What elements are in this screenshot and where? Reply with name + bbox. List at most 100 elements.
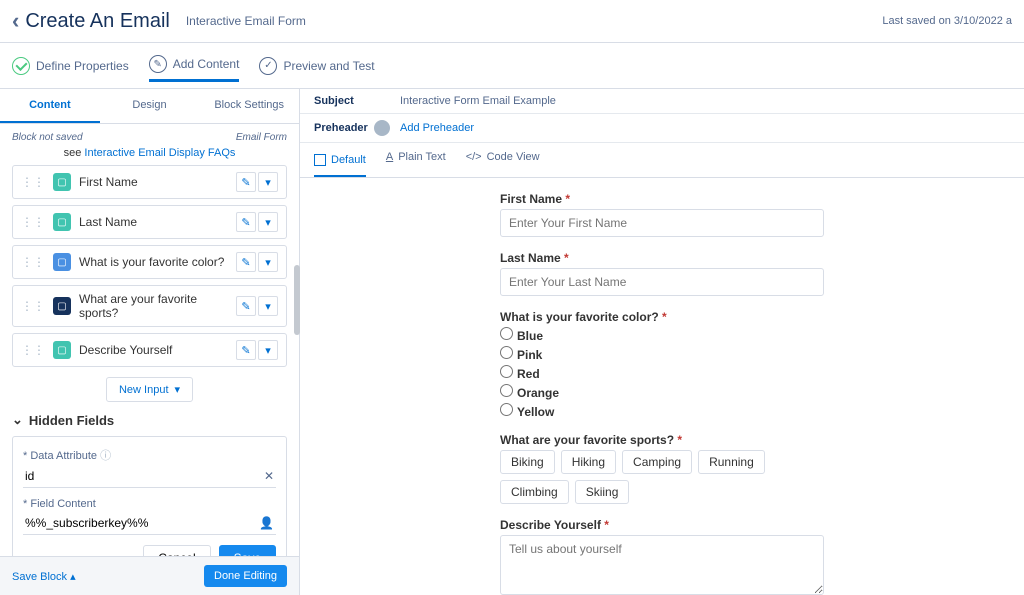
info-icon[interactable]: ⓘ <box>100 450 111 462</box>
close-icon[interactable]: ✕ <box>264 469 274 483</box>
field-type-icon: ▢ <box>53 297 71 315</box>
chevron-down-icon: ⌄ <box>12 412 23 428</box>
subject-label: Subject <box>314 95 374 107</box>
preheader-label: Preheader <box>314 122 374 134</box>
cancel-button[interactable]: Cancel <box>143 545 210 556</box>
text-icon: A <box>386 151 393 163</box>
chevron-down-icon[interactable]: ▾ <box>258 212 278 232</box>
left-panel: Content Design Block Settings Block not … <box>0 89 300 595</box>
step-preview[interactable]: ✓ Preview and Test <box>259 51 374 81</box>
subject-value[interactable]: Interactive Form Email Example <box>400 95 556 107</box>
field-label: First Name <box>79 175 228 189</box>
tab-design[interactable]: Design <box>100 89 200 123</box>
faq-link-row: see Interactive Email Display FAQs <box>12 147 287 159</box>
page-header: ‹ Create An Email Interactive Email Form… <box>0 0 1024 43</box>
person-icon[interactable]: 👤 <box>259 516 274 530</box>
field-row[interactable]: ⋮⋮▢Describe Yourself✎▾ <box>12 333 287 367</box>
first-name-input[interactable] <box>500 209 824 237</box>
drag-icon[interactable]: ⋮⋮ <box>21 343 45 357</box>
field-content-input[interactable] <box>23 512 276 535</box>
faq-link[interactable]: Interactive Email Display FAQs <box>84 147 235 159</box>
page-title: Create An Email <box>25 10 170 33</box>
radio-option[interactable]: Red <box>500 365 824 381</box>
sport-pill[interactable]: Biking <box>500 450 555 474</box>
default-icon <box>314 154 326 166</box>
field-type-icon: ▢ <box>53 253 71 271</box>
radio-option[interactable]: Yellow <box>500 403 824 419</box>
edit-icon[interactable]: ✎ <box>236 340 256 360</box>
view-tabs: Default A Plain Text </> Code View <box>300 143 1024 178</box>
data-attribute-label: Data Attribute ⓘ <box>23 447 276 463</box>
check-icon: ✓ <box>259 57 277 75</box>
field-label: What are your favorite sports? <box>79 292 228 320</box>
last-name-input[interactable] <box>500 268 824 296</box>
chevron-down-icon[interactable]: ▾ <box>258 340 278 360</box>
drag-icon[interactable]: ⋮⋮ <box>21 299 45 313</box>
hidden-fields-toggle[interactable]: ⌄ Hidden Fields <box>12 412 287 428</box>
code-icon: </> <box>466 151 482 163</box>
edit-icon[interactable]: ✎ <box>236 296 256 316</box>
left-tabs: Content Design Block Settings <box>0 89 299 124</box>
view-tab-default[interactable]: Default <box>314 151 366 177</box>
step-define[interactable]: Define Properties <box>12 51 129 81</box>
drag-icon[interactable]: ⋮⋮ <box>21 215 45 229</box>
edit-icon[interactable]: ✎ <box>236 252 256 272</box>
tab-block-settings[interactable]: Block Settings <box>199 89 299 123</box>
sport-pill[interactable]: Climbing <box>500 480 569 504</box>
field-row[interactable]: ⋮⋮ ▢ What is your favorite color? ✎▾ <box>12 245 287 279</box>
chevron-down-icon: ▾ <box>175 383 181 396</box>
check-icon <box>12 57 30 75</box>
edit-icon[interactable]: ✎ <box>236 172 256 192</box>
save-block-button[interactable]: Save Block ▴ <box>12 570 76 583</box>
sport-pill[interactable]: Running <box>698 450 765 474</box>
describe-label: Describe Yourself * <box>500 518 824 532</box>
sport-pill[interactable]: Camping <box>622 450 692 474</box>
describe-input[interactable] <box>500 535 824 595</box>
color-label: What is your favorite color? * <box>500 310 824 324</box>
back-icon[interactable]: ‹ <box>12 8 19 34</box>
view-tab-plain[interactable]: A Plain Text <box>386 151 446 169</box>
info-icon[interactable] <box>374 120 390 136</box>
pencil-icon: ✎ <box>149 55 167 73</box>
save-button[interactable]: Save <box>219 545 276 556</box>
field-row[interactable]: ⋮⋮ ▢ Last Name ✎▾ <box>12 205 287 239</box>
chevron-down-icon[interactable]: ▾ <box>258 172 278 192</box>
view-tab-code[interactable]: </> Code View <box>466 151 540 169</box>
right-panel: Subject Interactive Form Email Example P… <box>300 89 1024 595</box>
field-content-label: Field Content <box>23 498 276 510</box>
step-bar: Define Properties ✎ Add Content ✓ Previe… <box>0 43 1024 89</box>
chevron-down-icon[interactable]: ▾ <box>258 296 278 316</box>
done-editing-button[interactable]: Done Editing <box>204 565 287 587</box>
field-label: What is your favorite color? <box>79 255 228 269</box>
field-type-icon: ▢ <box>53 173 71 191</box>
page-subtitle: Interactive Email Form <box>186 14 306 28</box>
field-type-icon: ▢ <box>53 213 71 231</box>
data-attribute-input[interactable] <box>23 465 276 488</box>
sport-pill[interactable]: Hiking <box>561 450 616 474</box>
drag-icon[interactable]: ⋮⋮ <box>21 175 45 189</box>
radio-option[interactable]: Pink <box>500 346 824 362</box>
radio-option[interactable]: Blue <box>500 327 824 343</box>
step-add-content[interactable]: ✎ Add Content <box>149 49 240 82</box>
new-input-button[interactable]: New Input ▾ <box>106 377 193 402</box>
field-label: Last Name <box>79 215 228 229</box>
email-form-label: Email Form <box>236 132 287 143</box>
last-saved: Last saved on 3/10/2022 a <box>882 15 1012 27</box>
sport-pill[interactable]: Skiing <box>575 480 630 504</box>
tab-content[interactable]: Content <box>0 89 100 123</box>
sports-label: What are your favorite sports? * <box>500 433 824 447</box>
last-name-label: Last Name * <box>500 251 824 265</box>
edit-icon[interactable]: ✎ <box>236 212 256 232</box>
scrollbar[interactable] <box>294 265 300 335</box>
field-row[interactable]: ⋮⋮ ▢ What are your favorite sports? ✎▾ <box>12 285 287 327</box>
field-row[interactable]: ⋮⋮ ▢ First Name ✎▾ <box>12 165 287 199</box>
chevron-down-icon[interactable]: ▾ <box>258 252 278 272</box>
add-preheader-link[interactable]: Add Preheader <box>400 122 474 134</box>
field-label: Describe Yourself <box>79 343 228 357</box>
block-not-saved: Block not saved <box>12 132 83 143</box>
drag-icon[interactable]: ⋮⋮ <box>21 255 45 269</box>
radio-option[interactable]: Orange <box>500 384 824 400</box>
first-name-label: First Name * <box>500 192 824 206</box>
hidden-field-card: Data Attribute ⓘ ✕ Field Content 👤 Cance… <box>12 436 287 556</box>
email-preview: First Name * Last Name * What is your fa… <box>300 178 1024 595</box>
